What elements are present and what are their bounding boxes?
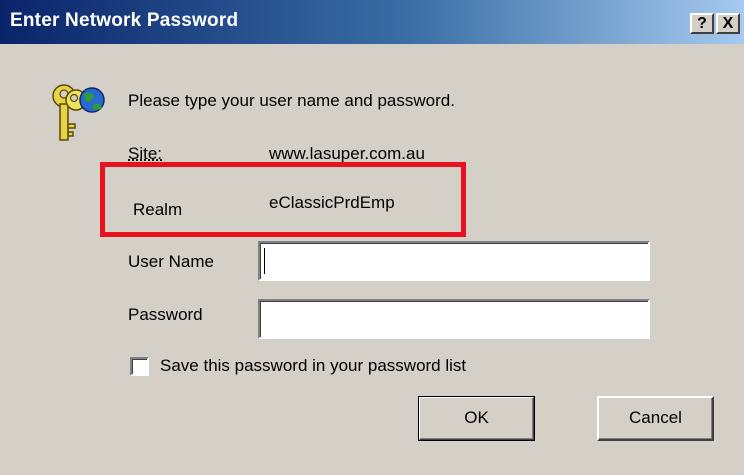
keys-globe-icon — [52, 84, 105, 141]
cancel-button[interactable]: Cancel — [597, 396, 714, 441]
ok-button[interactable]: OK — [418, 396, 535, 441]
instruction-text: Please type your user name and password. — [128, 91, 455, 110]
network-password-dialog: Enter Network Password ? X Please type y… — [0, 0, 744, 475]
password-field[interactable] — [258, 299, 650, 339]
user-name-label: User Name — [128, 252, 214, 271]
password-label: Password — [128, 305, 203, 324]
user-name-field[interactable] — [258, 241, 650, 281]
text-caret — [264, 248, 265, 274]
dialog-title: Enter Network Password — [10, 10, 239, 31]
title-bar[interactable]: Enter Network Password ? X — [0, 0, 744, 44]
site-label: Site: — [128, 144, 163, 163]
realm-label: Realm — [133, 200, 183, 219]
close-button[interactable]: X — [716, 13, 740, 34]
save-password-checkbox[interactable] — [130, 357, 149, 376]
save-password-label[interactable]: Save this password in your password list — [160, 356, 466, 376]
help-button[interactable]: ? — [690, 13, 714, 34]
site-value: www.lasuper.com.au — [269, 144, 425, 163]
realm-value: eClassicPrdEmp — [269, 193, 395, 212]
